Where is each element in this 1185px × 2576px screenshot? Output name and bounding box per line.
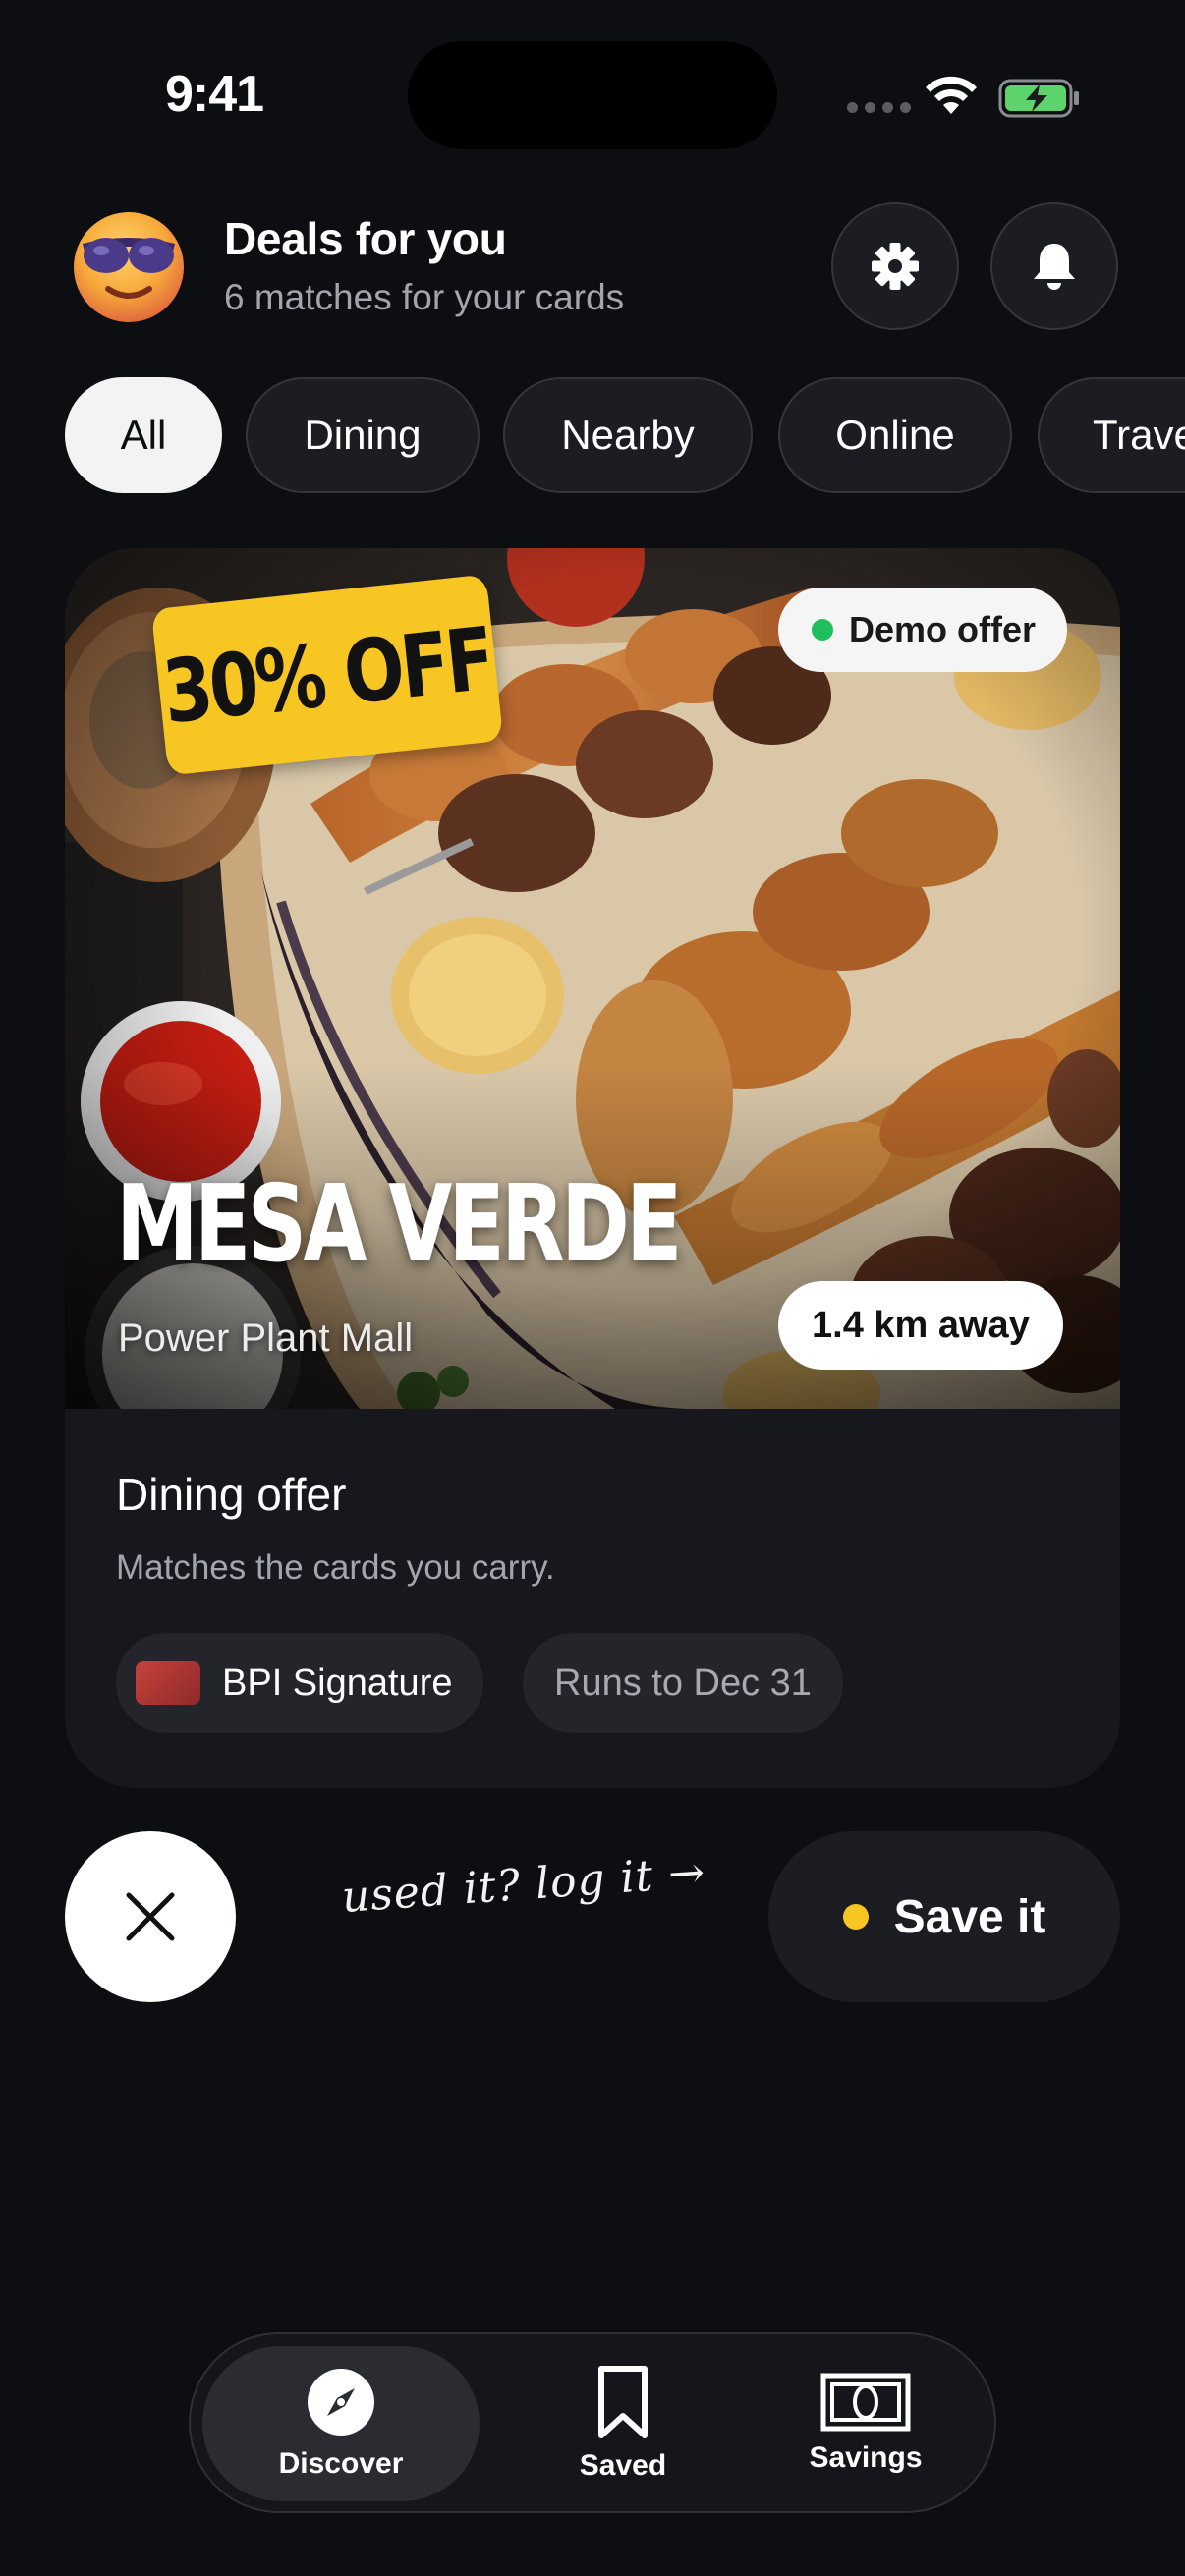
merchant-location: Power Plant Mall (118, 1316, 414, 1360)
status-time: 9:41 (165, 66, 264, 123)
merchant-name: MESA VERDE (116, 1163, 683, 1286)
screen: 9:41 Deals for you 6 matches for your ca… (0, 0, 1185, 2576)
validity-chip: Runs to Dec 31 (523, 1633, 843, 1733)
demo-offer-badge: Demo offer (778, 588, 1068, 672)
tab-saved-label: Saved (579, 2449, 667, 2482)
bookmark-icon (598, 2366, 648, 2438)
demo-offer-label: Demo offer (849, 609, 1037, 649)
save-label: Save it (893, 1890, 1046, 1943)
tab-discover[interactable]: Discover (202, 2346, 480, 2501)
distance-badge: 1.4 km away (778, 1281, 1063, 1370)
filter-chip-all[interactable]: All (65, 377, 222, 493)
deal-card[interactable]: 30% OFF Demo offer MESA VERDE Power Plan… (65, 548, 1120, 1788)
page-title: Deals for you (224, 213, 507, 264)
save-button[interactable]: Save it (768, 1831, 1120, 2002)
dismiss-button[interactable] (65, 1831, 236, 2002)
filter-chips: All Dining Nearby Online Travel (65, 377, 1185, 495)
tab-saved[interactable]: Saved (515, 2346, 731, 2501)
filter-chip-nearby[interactable]: Nearby (503, 377, 753, 493)
filter-chip-dining[interactable]: Dining (246, 377, 480, 493)
settings-button[interactable] (831, 202, 959, 330)
discount-badge: 30% OFF (150, 574, 504, 776)
card-chip-label: BPI Signature (222, 1661, 453, 1704)
gear-icon (872, 243, 919, 290)
banknote-icon (820, 2373, 911, 2432)
compass-icon (308, 2369, 374, 2436)
card-chip-bpi: BPI Signature (116, 1633, 484, 1733)
page-subtitle: 6 matches for your cards (224, 277, 625, 317)
wifi-icon (926, 76, 977, 114)
filter-chip-online[interactable]: Online (778, 377, 1012, 493)
deal-image: 30% OFF Demo offer MESA VERDE Power Plan… (65, 548, 1120, 1409)
filter-chip-travel[interactable]: Travel (1038, 377, 1185, 493)
credit-card-icon (136, 1661, 200, 1705)
save-dot-icon (842, 1904, 869, 1930)
offer-title: Dining offer (116, 1469, 347, 1520)
cellular-signal-icon (847, 102, 911, 113)
avatar[interactable] (69, 206, 189, 326)
offer-subtitle: Matches the cards you carry. (116, 1548, 555, 1587)
dynamic-island (408, 41, 777, 149)
tab-bar: Discover Saved Savings (189, 2332, 996, 2513)
log-it-hint: used it? log it → (340, 1847, 707, 1923)
tab-savings[interactable]: Savings (753, 2346, 979, 2501)
tab-discover-label: Discover (278, 2447, 404, 2480)
close-icon (126, 1892, 175, 1941)
notifications-button[interactable] (990, 202, 1118, 330)
tab-savings-label: Savings (809, 2441, 923, 2474)
bell-icon (1034, 244, 1075, 290)
battery-charging-icon (998, 79, 1079, 118)
status-dot-icon (812, 619, 833, 641)
